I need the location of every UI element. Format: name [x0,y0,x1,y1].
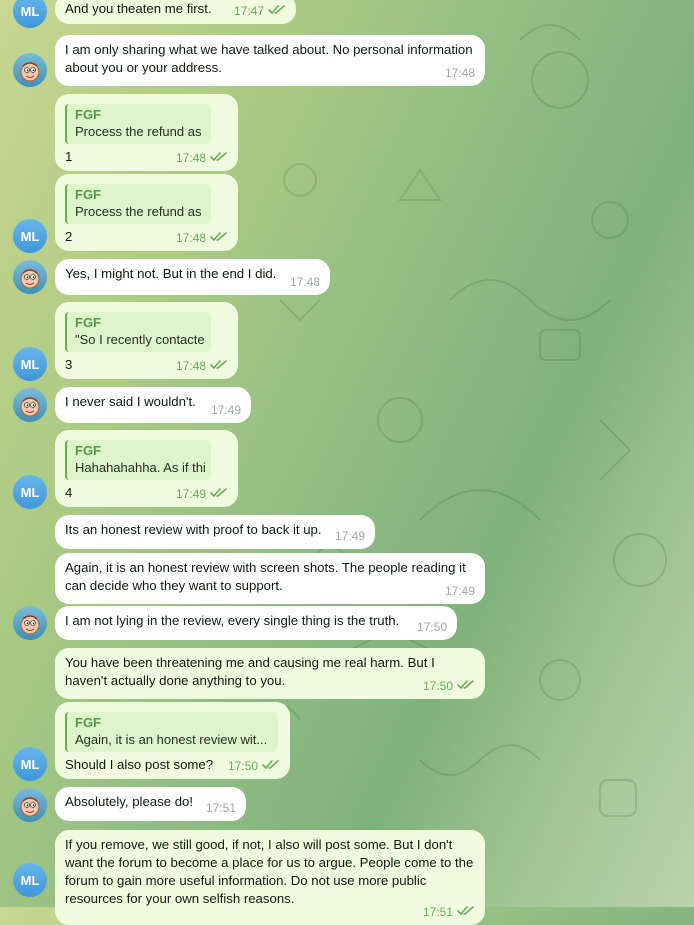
incoming-message[interactable]: Yes, I might not. But in the end I did. 1… [55,259,330,295]
message-meta: 17:48 [176,149,228,167]
message-text: I am not lying in the review, every sing… [65,613,400,628]
reply-sender-name: FGF [75,187,101,202]
reply-preview-text: Process the refund as ... [75,204,205,219]
incoming-message[interactable]: Again, it is an honest review with scree… [55,553,485,604]
avatar-ml[interactable]: ML [13,475,47,509]
message-time: 17:48 [289,275,320,289]
reply-quote[interactable]: FGF Again, it is an honest review wit... [65,712,278,752]
message-meta: 17:49 [211,401,241,419]
reply-preview-text: "So I recently contacte... [75,332,205,347]
reply-quote[interactable]: FGF "So I recently contacte... [65,312,211,352]
reply-sender-name: FGF [75,443,101,458]
avatar-ml[interactable]: ML [13,747,47,781]
message-meta: 17:48 [176,357,228,375]
cartoon-face-icon[interactable] [13,606,47,640]
message-time: 17:47 [233,4,264,18]
reply-sender-name: FGF [75,107,101,122]
reply-sender-name: FGF [75,715,101,730]
message-time: 17:49 [444,584,475,598]
cartoon-face-icon[interactable] [13,53,47,87]
message-meta: 17:48 [176,229,228,247]
double-check-icon [210,229,228,247]
incoming-message[interactable]: Absolutely, please do! 17:51 [55,787,246,821]
incoming-message[interactable]: I never said I wouldn't. 17:49 [55,387,251,423]
avatar-ml[interactable]: ML [13,0,47,28]
outgoing-message[interactable]: FGF "So I recently contacte... 3 17:48 [55,302,238,379]
message-text: Again, it is an honest review with scree… [65,560,470,593]
double-check-icon [457,903,475,921]
message-text: If you remove, we still good, if not, I … [65,837,477,906]
message-meta: 17:49 [335,527,365,545]
message-time: 17:48 [175,151,206,165]
message-time: 17:50 [227,759,258,773]
outgoing-message[interactable]: And you theaten me first. 17:47 [55,0,296,24]
cartoon-face-icon[interactable] [13,388,47,422]
cartoon-face-icon[interactable] [13,260,47,294]
outgoing-message[interactable]: If you remove, we still good, if not, I … [55,830,485,925]
message-time: 17:48 [175,231,206,245]
cartoon-face-icon[interactable] [13,788,47,822]
chat-history: And you theaten me first. 17:47 ML I am onl… [0,0,694,925]
message-text: I am only sharing what we have talked ab… [65,42,477,75]
message-meta: 17:50 [423,677,475,695]
outgoing-message[interactable]: FGF Process the refund as ... 2 17:48 [55,174,238,251]
outgoing-message[interactable]: FGF Again, it is an honest review wit... S… [55,702,290,779]
double-check-icon [210,357,228,375]
message-meta: 17:50 [417,618,447,636]
message-time: 17:51 [422,905,453,919]
incoming-message[interactable]: I am not lying in the review, every sing… [55,606,457,640]
message-text: Its an honest review with proof to back … [65,522,322,537]
message-meta: 17:47 [234,2,286,20]
message-meta: 17:48 [445,64,475,82]
reply-quote[interactable]: FGF Hahahahahha. As if thi... [65,440,211,480]
double-check-icon [210,485,228,503]
message-time: 17:50 [416,620,447,634]
outgoing-message[interactable]: FGF Process the refund as ... 1 17:48 [55,94,238,171]
avatar-ml[interactable]: ML [13,863,47,897]
message-meta: 17:49 [445,582,475,600]
message-time: 17:49 [175,487,206,501]
message-text: You have been threatening me and causing… [65,655,439,688]
outgoing-message[interactable]: You have been threatening me and causing… [55,648,485,699]
message-time: 17:49 [210,403,241,417]
message-meta: 17:51 [206,799,236,817]
avatar-ml[interactable]: ML [13,347,47,381]
reply-preview-text: Again, it is an honest review wit... [75,732,268,747]
avatar-ml[interactable]: ML [13,219,47,253]
message-time: 17:50 [422,679,453,693]
reply-quote[interactable]: FGF Process the refund as ... [65,104,211,144]
message-time: 17:49 [334,529,365,543]
message-time: 17:48 [444,66,475,80]
reply-sender-name: FGF [75,315,101,330]
double-check-icon [268,2,286,20]
incoming-message[interactable]: Its an honest review with proof to back … [55,515,375,549]
reply-quote[interactable]: FGF Process the refund as ... [65,184,211,224]
message-meta: 17:51 [423,903,475,921]
double-check-icon [457,677,475,695]
message-meta: 17:49 [176,485,228,503]
double-check-icon [262,757,280,775]
message-text: Yes, I might not. But in the end I did. [65,266,277,281]
message-meta: 17:50 [228,757,280,775]
outgoing-message[interactable]: FGF Hahahahahha. As if thi... 4 17:49 [55,430,238,507]
message-time: 17:48 [175,359,206,373]
message-meta: 17:48 [290,273,320,291]
double-check-icon [210,149,228,167]
reply-preview-text: Hahahahahha. As if thi... [75,460,205,475]
incoming-message[interactable]: I am only sharing what we have talked ab… [55,35,485,86]
reply-preview-text: Process the refund as ... [75,124,205,139]
message-time: 17:51 [205,801,236,815]
